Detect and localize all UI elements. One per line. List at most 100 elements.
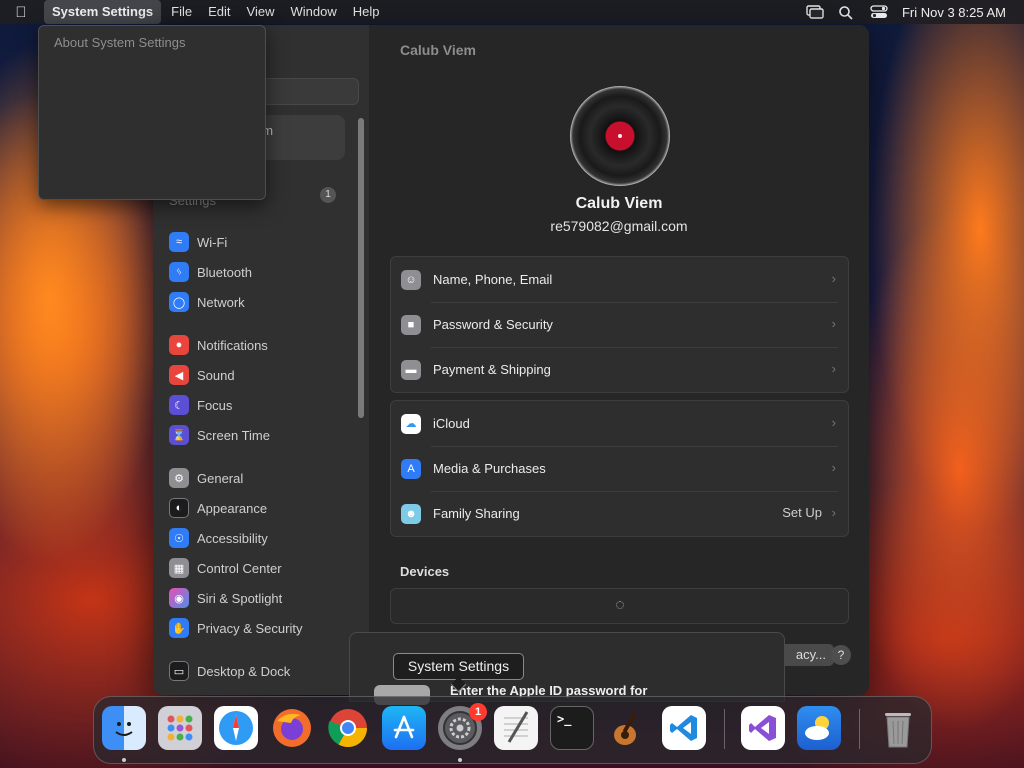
wifi-icon: ≈ <box>169 232 189 252</box>
dock: 1 >_ <box>93 696 932 764</box>
privacy-button[interactable]: acy... <box>780 644 834 666</box>
notification-badge: 1 <box>469 703 487 721</box>
sidebar-item-label: Notifications <box>197 337 268 353</box>
control-center-icon: ▦ <box>169 558 189 578</box>
menubar-clock[interactable]: Fri Nov 3 8:25 AM <box>902 5 1006 20</box>
moon-icon: ☾ <box>169 395 189 415</box>
menu-file[interactable]: File <box>163 0 200 24</box>
app-menu-dropdown: About System Settings <box>38 25 266 200</box>
sidebar-item-control-center[interactable]: ▦ Control Center <box>169 556 282 580</box>
sidebar-item-label: Sound <box>197 367 235 383</box>
app-store-icon[interactable] <box>382 706 426 750</box>
visual-studio-icon[interactable] <box>741 706 785 750</box>
avatar[interactable] <box>570 86 670 186</box>
sidebar-item-label: Focus <box>197 397 233 413</box>
user-name: Calub Viem <box>575 195 663 212</box>
safari-icon[interactable] <box>214 706 258 750</box>
sidebar-item-label: Wi-Fi <box>197 234 228 250</box>
hourglass-icon: ⌛ <box>169 425 189 445</box>
screen-mirroring-icon[interactable] <box>806 5 824 19</box>
row-label: Name, Phone, Email <box>433 272 553 287</box>
sidebar-scrollbar[interactable] <box>358 118 364 418</box>
sidebar-item-desktop-dock[interactable]: ▭ Desktop & Dock <box>169 659 290 683</box>
sidebar-item-label: General <box>197 470 244 486</box>
launchpad-icon[interactable] <box>158 706 202 750</box>
lock-icon: ■ <box>401 314 421 335</box>
row-password-security[interactable]: ■ Password & Security › <box>391 302 848 347</box>
control-center-icon[interactable] <box>870 5 888 19</box>
row-label: iCloud <box>433 416 470 431</box>
gear-icon: ⚙ <box>169 468 189 488</box>
sidebar-item-network[interactable]: ◯ Network <box>169 290 245 314</box>
row-media-purchases[interactable]: A Media & Purchases › <box>391 446 848 491</box>
user-email: re579082@gmail.com <box>550 218 688 234</box>
siri-icon: ◉ <box>169 588 189 608</box>
sidebar-item-label: Appearance <box>197 500 268 516</box>
finder-icon[interactable] <box>102 706 146 750</box>
dock-separator <box>724 709 725 749</box>
sidebar-item-screen-time[interactable]: ⌛ Screen Time <box>169 423 270 447</box>
row-label: Media & Purchases <box>433 461 546 476</box>
running-indicator <box>122 758 126 762</box>
sidebar-item-label: Privacy & Security <box>197 620 303 636</box>
sidebar-item-general[interactable]: ⚙ General <box>169 466 243 490</box>
speaker-icon: ◀ <box>169 365 189 385</box>
sidebar-item-siri-spotlight[interactable]: ◉ Siri & Spotlight <box>169 586 282 610</box>
firefox-icon[interactable] <box>270 706 314 750</box>
sidebar-item-accessibility[interactable]: ☉ Accessibility <box>169 526 268 550</box>
running-indicator <box>458 758 462 762</box>
help-button[interactable]: ? <box>831 645 851 665</box>
sidebar-item-appearance[interactable]: ◐ Appearance <box>169 496 267 520</box>
page-title: Calub Viem <box>400 42 476 58</box>
row-family-sharing[interactable]: ☻ Family Sharing Set Up › <box>391 491 848 536</box>
globe-icon: ◯ <box>169 292 189 312</box>
chevron-right-icon: › <box>831 460 836 475</box>
sidebar-item-sound[interactable]: ◀ Sound <box>169 363 235 387</box>
menu-window[interactable]: Window <box>282 0 344 24</box>
family-icon: ☻ <box>401 503 421 524</box>
row-icloud[interactable]: ☁ iCloud › <box>391 401 848 446</box>
terminal-icon[interactable]: >_ <box>550 706 594 750</box>
row-label: Payment & Shipping <box>433 362 551 377</box>
sidebar-item-label: Control Center <box>197 560 282 576</box>
dock-separator <box>859 709 860 749</box>
bell-icon: ● <box>169 335 189 355</box>
sidebar-item-focus[interactable]: ☾ Focus <box>169 393 232 417</box>
sidebar-item-notifications[interactable]: ● Notifications <box>169 333 268 357</box>
sidebar-item-bluetooth[interactable]: ᛃ Bluetooth <box>169 260 252 284</box>
menu-edit[interactable]: Edit <box>200 0 238 24</box>
loading-spinner-icon <box>616 601 624 609</box>
vscode-icon[interactable] <box>662 706 706 750</box>
icloud-icon: ☁ <box>401 413 421 434</box>
chrome-icon[interactable] <box>326 706 370 750</box>
person-icon: ☺ <box>401 269 421 290</box>
row-payment-shipping[interactable]: ▬ Payment & Shipping › <box>391 347 848 392</box>
menu-item-about[interactable]: About System Settings <box>54 35 186 50</box>
dock-icon: ▭ <box>169 661 189 681</box>
credit-card-icon: ▬ <box>401 359 421 380</box>
spotlight-search-icon[interactable] <box>838 5 856 20</box>
trash-icon[interactable] <box>876 706 920 750</box>
sidebar-item-label: Siri & Spotlight <box>197 590 283 606</box>
apple-logo-icon[interactable]:  <box>0 4 42 21</box>
chevron-right-icon: › <box>831 415 836 430</box>
garageband-icon[interactable] <box>606 706 650 750</box>
accessibility-icon: ☉ <box>169 528 189 548</box>
sidebar-item-wifi[interactable]: ≈ Wi-Fi <box>169 230 227 254</box>
main-pane: Calub Viem Calub Viem re579082@gmail.com… <box>369 25 869 695</box>
sidebar-item-label: Desktop & Dock <box>197 663 291 679</box>
app-menu[interactable]: System Settings <box>44 0 162 24</box>
chevron-right-icon: › <box>831 505 836 520</box>
textedit-icon[interactable] <box>494 706 538 750</box>
chevron-right-icon: › <box>831 361 836 376</box>
row-name-phone-email[interactable]: ☺ Name, Phone, Email › <box>391 257 848 302</box>
devices-heading: Devices <box>400 564 450 579</box>
menu-view[interactable]: View <box>239 0 283 24</box>
dock-tooltip: System Settings <box>393 653 524 680</box>
sidebar-item-privacy-security[interactable]: ✋ Privacy & Security <box>169 616 302 640</box>
app-store-icon: A <box>401 458 421 479</box>
weather-icon[interactable] <box>797 706 841 750</box>
family-sharing-setup: Set Up <box>782 505 822 520</box>
menu-help[interactable]: Help <box>345 0 388 24</box>
appearance-icon: ◐ <box>169 498 189 518</box>
